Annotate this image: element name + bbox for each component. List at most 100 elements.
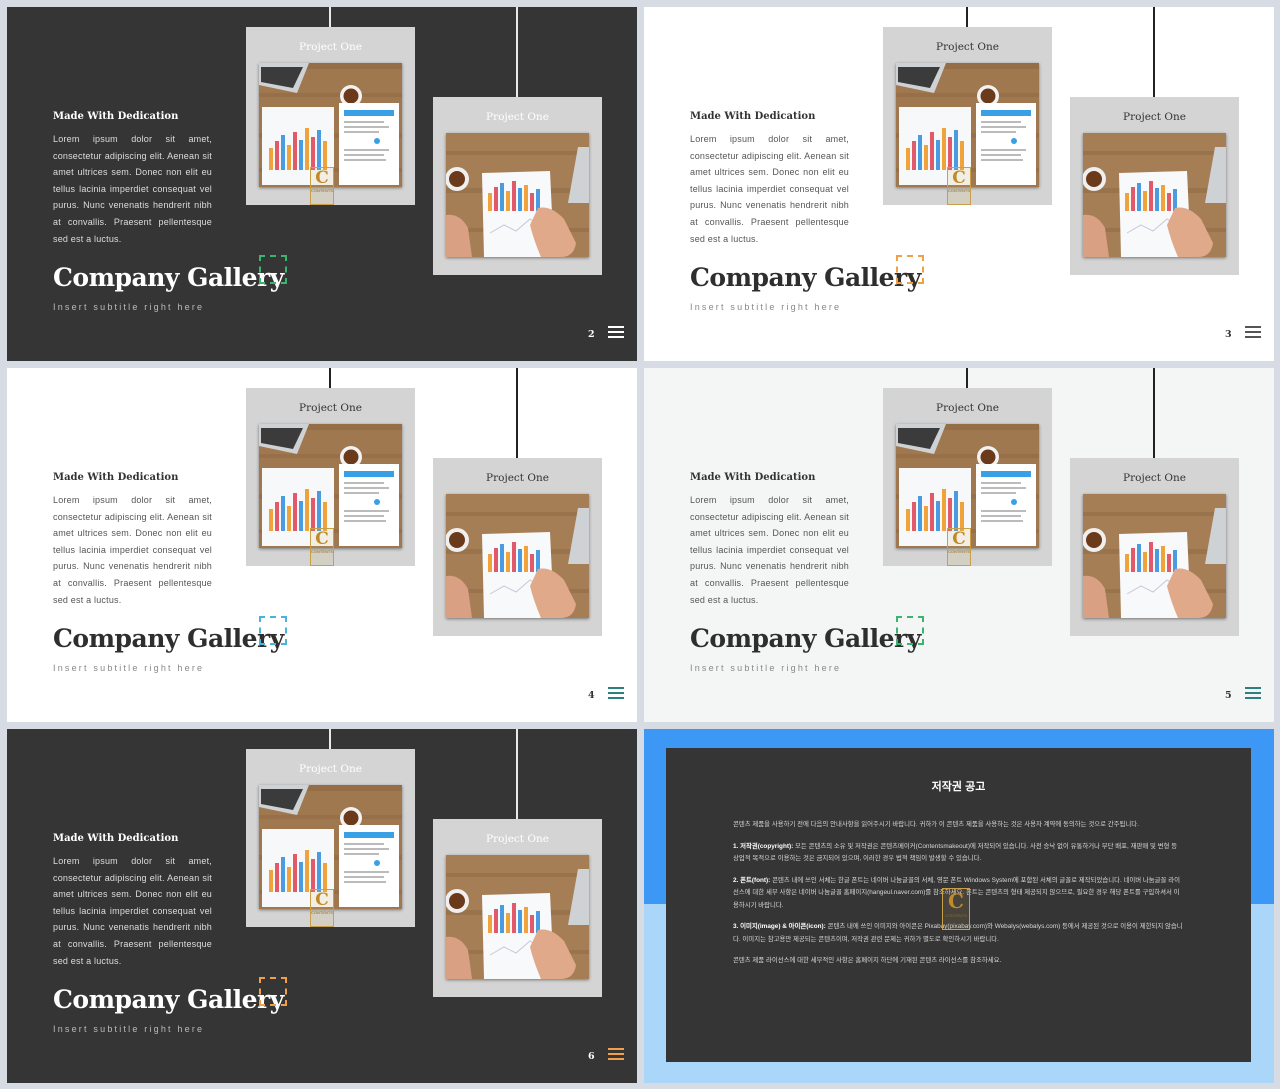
hanging-line xyxy=(1153,368,1155,458)
logo-text: CONTENTS xyxy=(945,913,967,918)
section-heading: Made With Dedication xyxy=(53,472,179,483)
project-card: Project One xyxy=(1070,458,1239,636)
watermark-logo: C CONTENTS xyxy=(942,888,970,930)
slide-2: Project One C CONTENTS Project One Made … xyxy=(7,7,637,361)
page-number: 2 xyxy=(588,329,595,340)
notice-intro: 콘텐츠 제품을 사용하기 전에 다음의 안내사항을 읽어주시기 바랍니다. 귀하… xyxy=(733,821,1139,828)
body-text: Lorem ipsum dolor sit amet, consectetur … xyxy=(53,856,212,966)
dashed-square-decoration xyxy=(896,616,924,645)
page-number: 6 xyxy=(588,1051,595,1062)
dashed-square-decoration xyxy=(896,255,924,284)
slide-5: Project One C CONTENTS Project One Made … xyxy=(644,368,1274,722)
logo-text: CONTENTS xyxy=(311,549,333,554)
card-title: Project One xyxy=(1123,472,1186,484)
watermark-logo: C CONTENTS xyxy=(310,528,334,566)
notice-title: 저작권 공고 xyxy=(931,781,986,793)
hanging-line xyxy=(1153,7,1155,97)
gallery-title: Company Gallery xyxy=(53,624,284,653)
gallery-title: Company Gallery xyxy=(690,263,921,292)
card-title: Project One xyxy=(299,763,362,775)
hanging-line xyxy=(516,368,518,458)
body-text: Lorem ipsum dolor sit amet, consectetur … xyxy=(53,134,212,244)
logo-letter: C xyxy=(952,529,966,549)
card-title: Project One xyxy=(936,41,999,53)
body-text: Lorem ipsum dolor sit amet, consectetur … xyxy=(690,134,849,244)
menu-icon[interactable] xyxy=(608,1048,624,1061)
section-heading: Made With Dedication xyxy=(53,111,179,122)
project-photo xyxy=(1083,133,1226,257)
gallery-subtitle: Insert subtitle right here xyxy=(690,663,842,673)
hanging-line xyxy=(516,729,518,819)
hanging-line xyxy=(329,7,331,27)
page-number: 3 xyxy=(1225,329,1232,340)
watermark-logo: C CONTENTS xyxy=(310,889,334,927)
menu-icon[interactable] xyxy=(608,687,624,700)
menu-icon[interactable] xyxy=(608,326,624,339)
project-card: Project One C CONTENTS xyxy=(246,749,415,927)
hanging-line xyxy=(329,368,331,388)
notice-outro: 콘텐츠 제품 라이선스에 대한 세부적인 사항은 홈페이지 하단에 기재된 콘텐… xyxy=(733,957,1002,964)
project-card: Project One C CONTENTS xyxy=(246,388,415,566)
project-photo xyxy=(446,494,589,618)
page-number: 4 xyxy=(588,690,595,701)
notice-panel: 저작권 공고 콘텐츠 제품을 사용하기 전에 다음의 안내사항을 읽어주시기 바… xyxy=(666,748,1251,1062)
project-photo xyxy=(1083,494,1226,618)
hanging-line xyxy=(966,368,968,388)
hanging-line xyxy=(516,7,518,97)
gallery-title: Company Gallery xyxy=(690,624,921,653)
card-title: Project One xyxy=(486,833,549,845)
logo-letter: C xyxy=(315,168,329,188)
project-card: Project One xyxy=(433,97,602,275)
logo-text: CONTENTS xyxy=(311,188,333,193)
watermark-logo: C CONTENTS xyxy=(947,167,971,205)
body-text: Lorem ipsum dolor sit amet, consectetur … xyxy=(53,495,212,605)
gallery-subtitle: Insert subtitle right here xyxy=(53,663,205,673)
card-title: Project One xyxy=(486,472,549,484)
logo-text: CONTENTS xyxy=(948,188,970,193)
logo-text: CONTENTS xyxy=(311,910,333,915)
page-number: 5 xyxy=(1225,690,1232,701)
card-title: Project One xyxy=(486,111,549,123)
project-card: Project One xyxy=(433,819,602,997)
card-title: Project One xyxy=(299,402,362,414)
section-heading: Made With Dedication xyxy=(53,833,179,844)
hanging-line xyxy=(329,729,331,749)
logo-letter: C xyxy=(952,168,966,188)
menu-icon[interactable] xyxy=(1245,326,1261,339)
project-card: Project One xyxy=(1070,97,1239,275)
logo-text: CONTENTS xyxy=(948,549,970,554)
dashed-square-decoration xyxy=(259,255,287,284)
gallery-subtitle: Insert subtitle right here xyxy=(690,302,842,312)
notice-copyright-text: 모든 콘텐츠의 소유 및 저작권은 콘텐츠메이커(Contentsmakeout… xyxy=(733,842,1178,863)
slide-3: Project One C CONTENTS Project One Made … xyxy=(644,7,1274,361)
notice-font-label: 2. 폰트(font): xyxy=(733,876,771,884)
gallery-subtitle: Insert subtitle right here xyxy=(53,302,205,312)
project-photo xyxy=(446,133,589,257)
logo-letter: C xyxy=(315,529,329,549)
notice-copyright: 1. 저작권(copyright): 모든 콘텐츠의 소유 및 저작권은 콘텐츠… xyxy=(733,841,1183,866)
gallery-title: Company Gallery xyxy=(53,263,284,292)
slide-6: Project One C CONTENTS Project One Made … xyxy=(7,729,637,1083)
slide-4: Project One C CONTENTS Project One Made … xyxy=(7,368,637,722)
section-heading: Made With Dedication xyxy=(690,111,816,122)
project-photo xyxy=(446,855,589,979)
notice-image-label: 3. 이미지(image) & 아이콘(icon): xyxy=(733,923,826,930)
watermark-logo: C CONTENTS xyxy=(310,167,334,205)
project-card: Project One C CONTENTS xyxy=(883,388,1052,566)
gallery-subtitle: Insert subtitle right here xyxy=(53,1024,205,1034)
gallery-title: Company Gallery xyxy=(53,985,284,1014)
hanging-line xyxy=(966,7,968,27)
card-title: Project One xyxy=(299,41,362,53)
watermark-logo: C CONTENTS xyxy=(947,528,971,566)
dashed-square-decoration xyxy=(259,616,287,645)
section-heading: Made With Dedication xyxy=(690,472,816,483)
logo-letter: C xyxy=(315,890,329,910)
dashed-square-decoration xyxy=(259,977,287,1006)
notice-copyright-label: 1. 저작권(copyright): xyxy=(733,842,794,850)
card-title: Project One xyxy=(936,402,999,414)
menu-icon[interactable] xyxy=(1245,687,1261,700)
card-title: Project One xyxy=(1123,111,1186,123)
copyright-notice-slide: 저작권 공고 콘텐츠 제품을 사용하기 전에 다음의 안내사항을 읽어주시기 바… xyxy=(644,729,1274,1083)
project-card: Project One xyxy=(433,458,602,636)
project-card: Project One C CONTENTS xyxy=(883,27,1052,205)
